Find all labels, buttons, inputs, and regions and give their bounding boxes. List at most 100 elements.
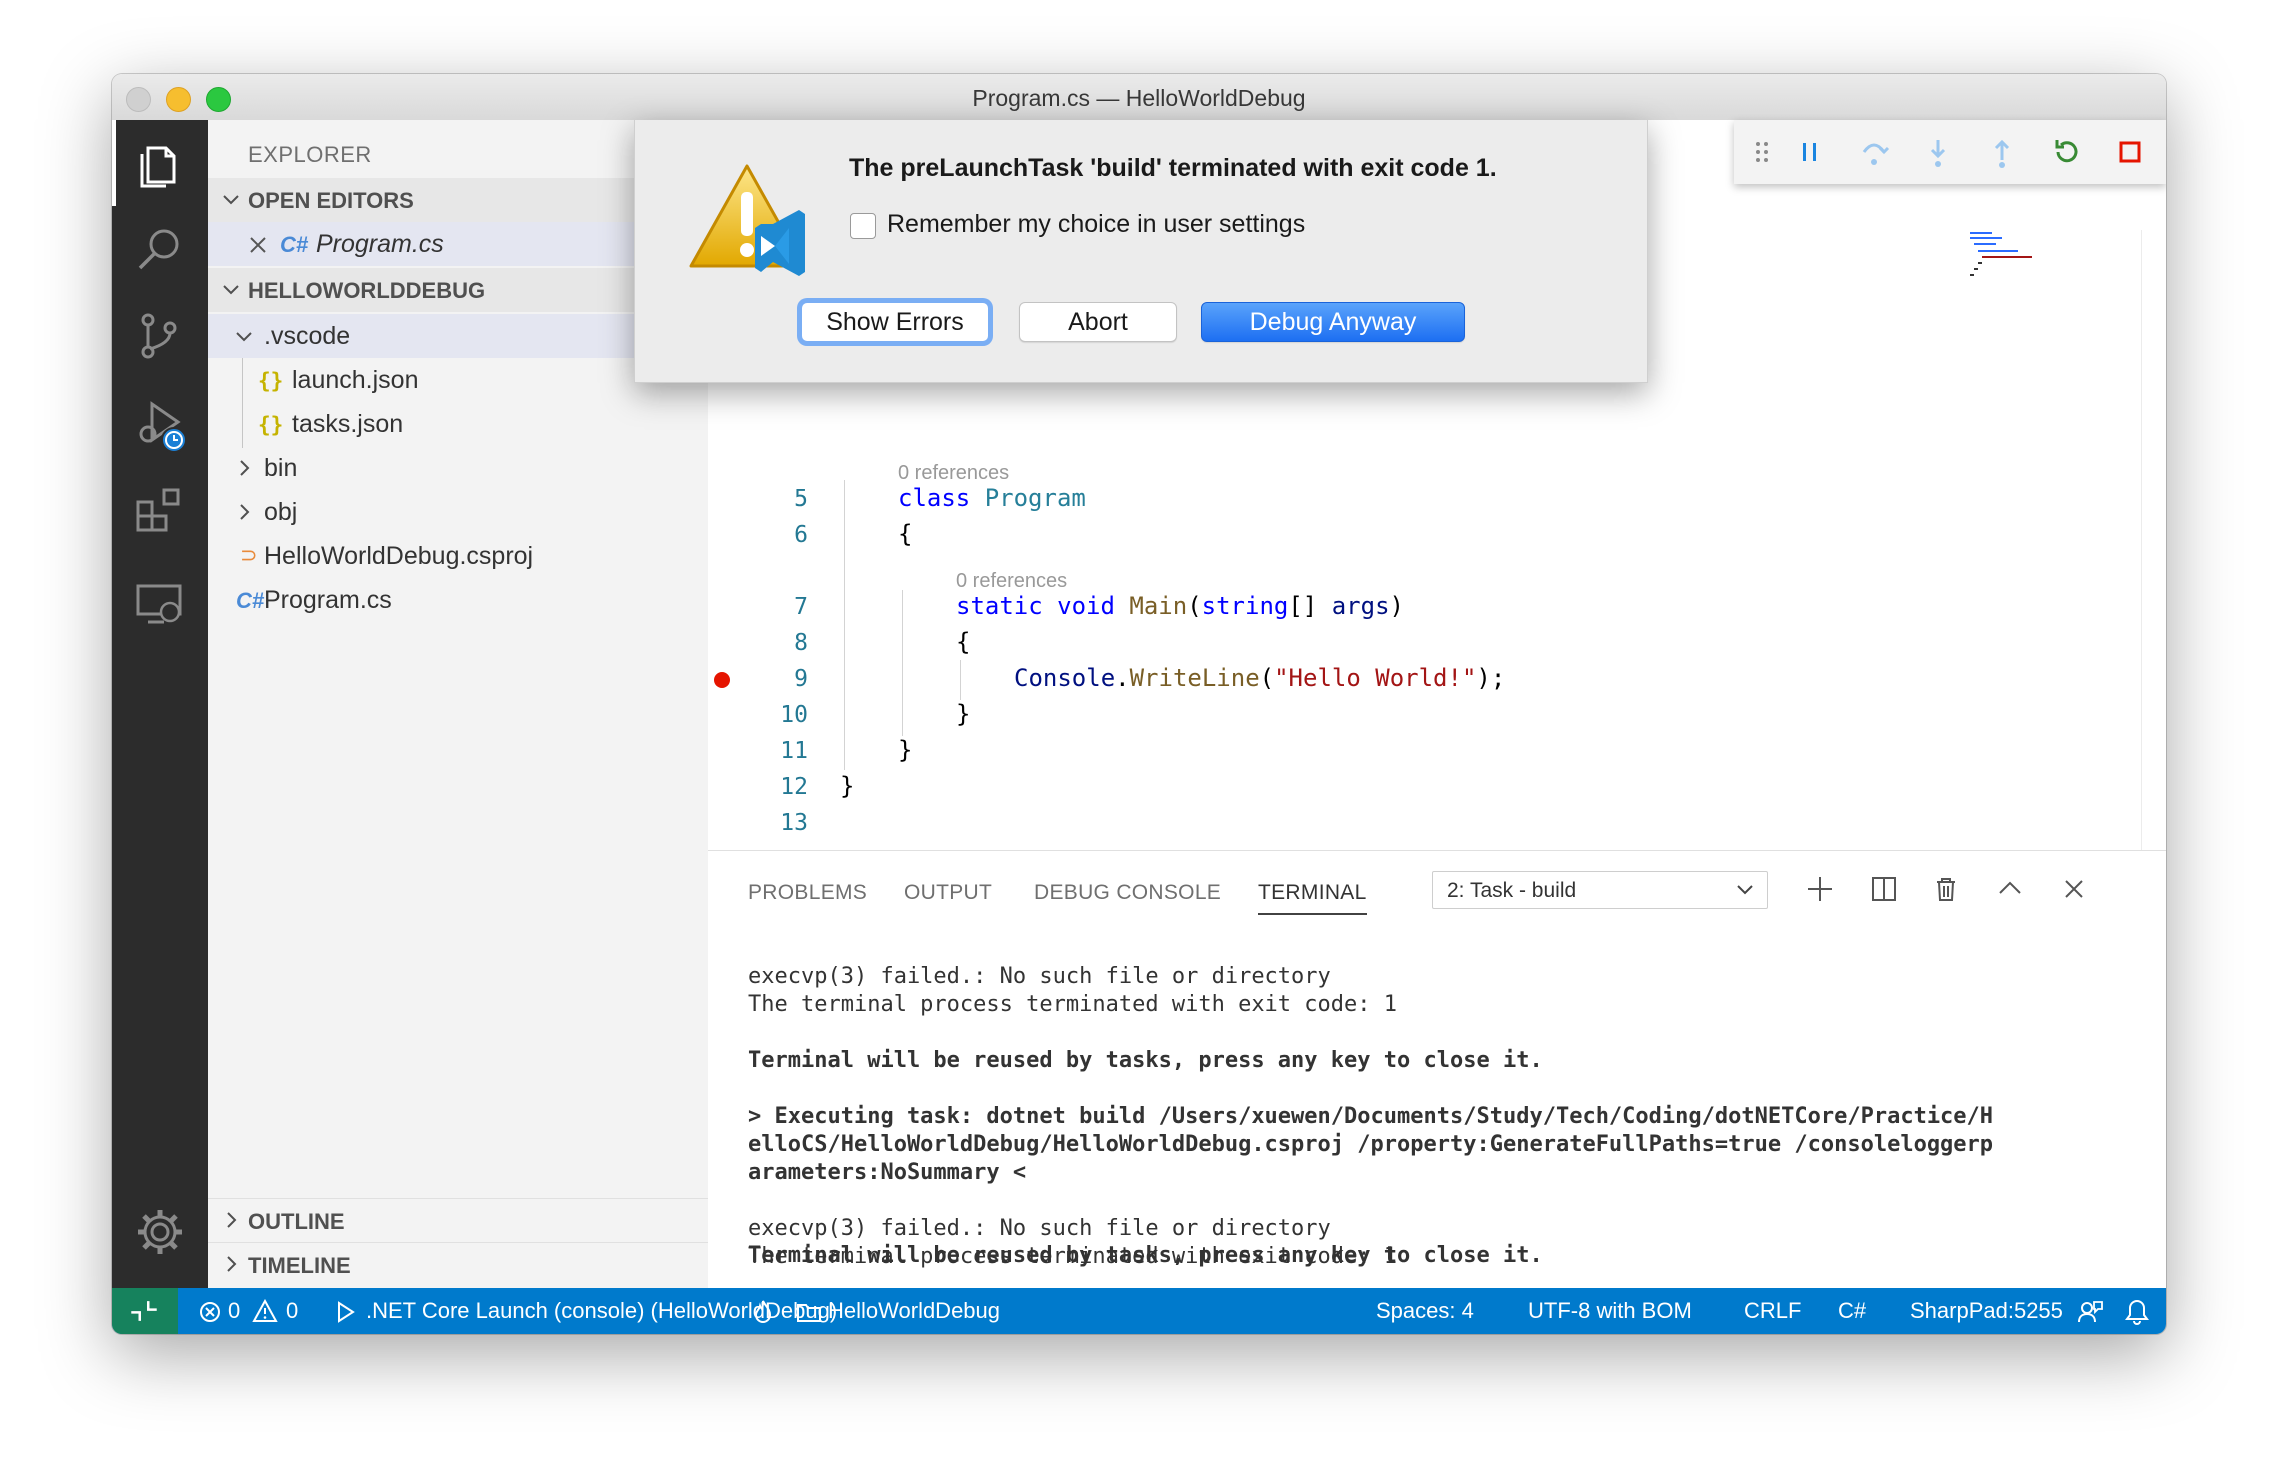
eol-status[interactable]: CRLF: [1744, 1298, 1801, 1324]
project-header[interactable]: HELLOWORLDDEBUG: [208, 268, 708, 312]
step-out-icon[interactable]: [1984, 134, 2020, 170]
remote-indicator[interactable]: [112, 1288, 178, 1334]
remember-choice-checkbox[interactable]: [850, 213, 876, 239]
extensions-icon: [136, 488, 180, 532]
breakpoint-marker[interactable]: [714, 672, 730, 688]
code-line-9: Console.WriteLine("Hello World!");: [1014, 664, 1506, 692]
open-editors-header[interactable]: OPEN EDITORS: [208, 178, 708, 222]
minimap[interactable]: [1968, 230, 2078, 300]
tree-item-obj[interactable]: obj: [208, 490, 708, 534]
tree-item-vscode[interactable]: .vscode: [208, 314, 708, 358]
files-icon: [140, 146, 176, 188]
close-icon[interactable]: [248, 235, 268, 255]
error-icon: [200, 1302, 220, 1322]
prelaunch-task-dialog: The preLaunchTask 'build' terminated wit…: [634, 120, 1648, 383]
timeline-label: TIMELINE: [248, 1253, 351, 1278]
tree-item-csproj[interactable]: ⊃ HelloWorldDebug.csproj: [208, 534, 708, 578]
activity-bar: [112, 120, 208, 1288]
outline-header[interactable]: OUTLINE: [208, 1198, 708, 1243]
run-debug-icon: [139, 401, 187, 453]
csharp-file-icon: C#: [280, 232, 309, 257]
step-over-icon[interactable]: [1856, 134, 1892, 170]
chevron-up-icon[interactable]: [1992, 871, 2028, 907]
workspace-folder[interactable]: HelloWorldDebug: [828, 1298, 1000, 1324]
tab-problems[interactable]: PROBLEMS: [748, 881, 867, 905]
line-number: 11: [780, 738, 808, 764]
error-count[interactable]: 0: [228, 1298, 240, 1324]
debug-anyway-button[interactable]: Debug Anyway: [1201, 302, 1465, 342]
remember-choice-label[interactable]: Remember my choice in user settings: [887, 210, 1305, 239]
terminal-line: arameters:NoSummary <: [748, 1160, 1027, 1185]
tab-output[interactable]: OUTPUT: [904, 881, 992, 905]
tree-item-program[interactable]: C# Program.cs: [208, 578, 708, 622]
feedback-icon[interactable]: [2076, 1298, 2104, 1326]
activity-source-control[interactable]: [112, 292, 208, 378]
pause-icon[interactable]: [1792, 134, 1828, 170]
activity-run-debug[interactable]: [112, 378, 208, 464]
activity-extensions[interactable]: [112, 464, 208, 550]
outline-label: OUTLINE: [248, 1209, 345, 1234]
restart-icon[interactable]: [2048, 134, 2084, 170]
codelens-class-refs[interactable]: 0 references: [898, 462, 1009, 485]
timeline-header[interactable]: TIMELINE: [208, 1242, 708, 1287]
abort-button[interactable]: Abort: [1019, 302, 1177, 342]
step-into-icon[interactable]: [1920, 134, 1956, 170]
line-number: 12: [780, 774, 808, 800]
csharp-file-icon: C#: [236, 588, 265, 613]
activity-search[interactable]: [112, 206, 208, 292]
terminal-line: > Executing task: dotnet build /Users/xu…: [748, 1104, 1994, 1129]
tree-label-csproj: HelloWorldDebug.csproj: [264, 542, 534, 570]
code-line-6: {: [898, 520, 913, 548]
stop-icon[interactable]: [2112, 134, 2148, 170]
json-file-icon: {}: [258, 413, 284, 437]
activity-remote-explorer[interactable]: [112, 560, 208, 646]
line-number: 6: [794, 522, 808, 548]
tree-label-program: Program.cs: [264, 586, 392, 614]
title-bar: Program.cs — HelloWorldDebug: [112, 74, 2166, 121]
close-panel-icon[interactable]: [2056, 871, 2092, 907]
bell-icon[interactable]: [2124, 1298, 2150, 1326]
tree-item-tasks-json[interactable]: {} tasks.json: [208, 402, 708, 446]
activity-explorer[interactable]: [112, 120, 208, 206]
terminal-select-value: 2: Task - build: [1447, 879, 1577, 902]
line-number: 5: [794, 486, 808, 512]
terminal-select[interactable]: 2: Task - build: [1432, 871, 1768, 909]
tree-item-bin[interactable]: bin: [208, 446, 708, 490]
vertical-scrollbar[interactable]: [2141, 230, 2166, 850]
tab-debug-console[interactable]: DEBUG CONSOLE: [1034, 881, 1221, 905]
terminal-line: Terminal will be reused by tasks, press …: [748, 1048, 1543, 1073]
source-control-icon: [141, 313, 177, 359]
tree-item-launch-json[interactable]: {} launch.json: [208, 358, 708, 402]
rss-file-icon: ⊃: [240, 544, 258, 567]
encoding-status[interactable]: UTF-8 with BOM: [1528, 1298, 1692, 1324]
indentation-status[interactable]: Spaces: 4: [1376, 1298, 1474, 1324]
trash-icon[interactable]: [1928, 871, 1964, 907]
language-status[interactable]: C#: [1838, 1298, 1866, 1324]
gear-icon: [138, 1210, 182, 1254]
sharppad-status[interactable]: SharpPad:5255: [1910, 1298, 2063, 1324]
code-line-12: }: [840, 772, 855, 800]
open-editors-label: OPEN EDITORS: [248, 188, 414, 213]
open-editor-item[interactable]: C# Program.cs: [208, 222, 708, 266]
vscode-window: Program.cs — HelloWorldDebug EXPLORER OP…: [112, 74, 2166, 1334]
flame-icon[interactable]: [752, 1299, 774, 1325]
new-terminal-plus-icon[interactable]: [1802, 871, 1838, 907]
terminal-line: execvp(3) failed.: No such file or direc…: [748, 964, 1331, 989]
warning-count[interactable]: 0: [286, 1298, 298, 1324]
code-line-8: {: [956, 628, 971, 656]
chevron-right-icon: [227, 1256, 237, 1272]
chevron-down-icon: [236, 332, 252, 342]
drag-handle-icon[interactable]: [1744, 134, 1780, 170]
show-errors-button[interactable]: Show Errors: [801, 302, 989, 342]
tab-terminal[interactable]: TERMINAL: [1258, 881, 1367, 915]
window-title: Program.cs — HelloWorldDebug: [972, 85, 1306, 111]
activity-manage[interactable]: [112, 1188, 208, 1274]
line-number: 8: [794, 630, 808, 656]
tree-label-tasks: tasks.json: [292, 410, 404, 438]
json-file-icon: {}: [258, 369, 284, 393]
codelens-main-refs[interactable]: 0 references: [956, 570, 1067, 593]
chevron-down-icon: [223, 285, 239, 295]
remote-explorer-icon: [136, 584, 182, 624]
split-terminal-icon[interactable]: [1866, 871, 1902, 907]
terminal-line: Terminal will be reused by tasks, press …: [748, 1243, 1543, 1268]
